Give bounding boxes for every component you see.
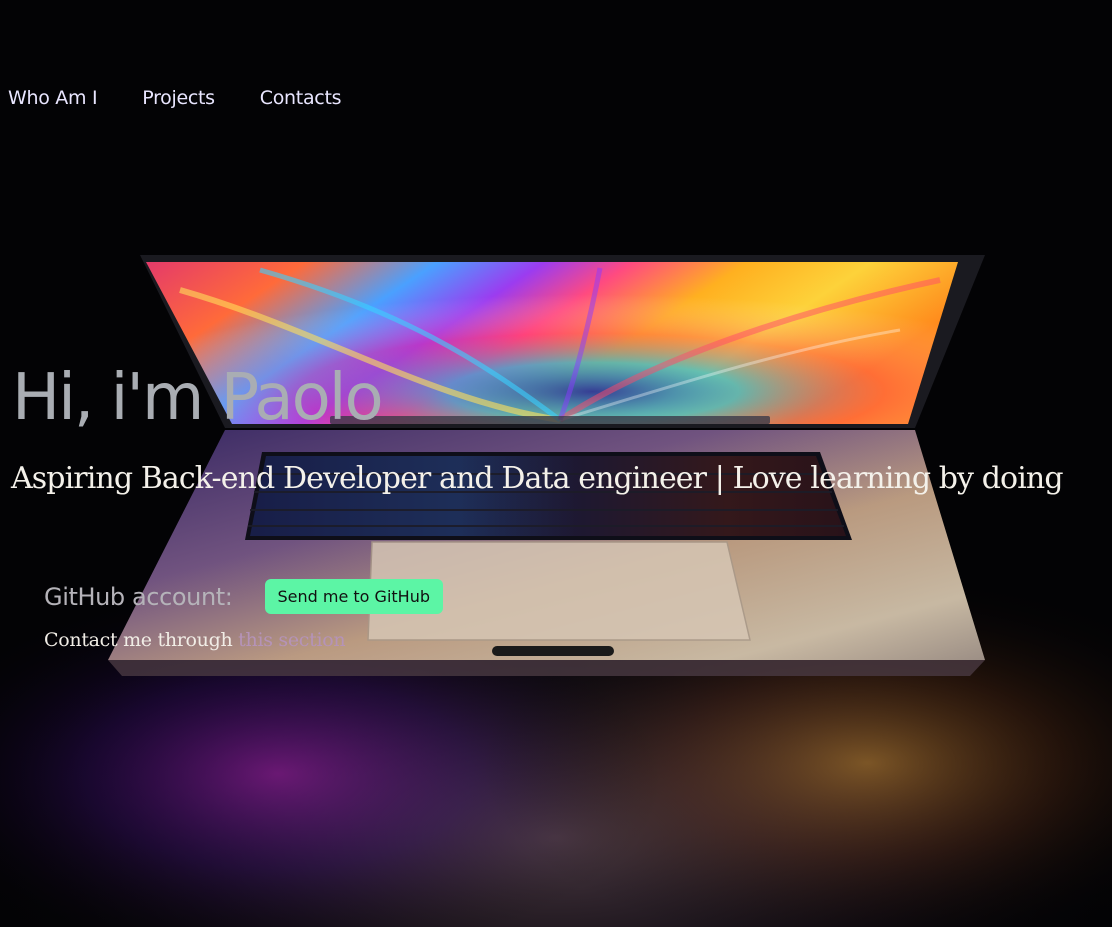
contact-section-link[interactable]: this section [238, 629, 345, 651]
hero-title: Hi, i'm Paolo [12, 361, 384, 435]
nav-link-contacts[interactable]: Contacts [260, 84, 342, 112]
top-nav: Who Am I Projects Contacts [8, 84, 386, 112]
contact-line: Contact me through this section [44, 627, 346, 653]
contact-prefix: Contact me through [44, 629, 239, 651]
github-row: GitHub account: Send me to GitHub [44, 579, 443, 614]
page: Who Am I Projects Contacts Hi, i'm Paolo… [0, 0, 1112, 927]
github-label: GitHub account: [44, 582, 233, 611]
hero-subtitle: Aspiring Back-end Developer and Data eng… [11, 461, 1064, 496]
nav-link-who-am-i[interactable]: Who Am I [8, 84, 98, 112]
github-button[interactable]: Send me to GitHub [264, 579, 443, 614]
nav-link-projects[interactable]: Projects [142, 84, 215, 112]
